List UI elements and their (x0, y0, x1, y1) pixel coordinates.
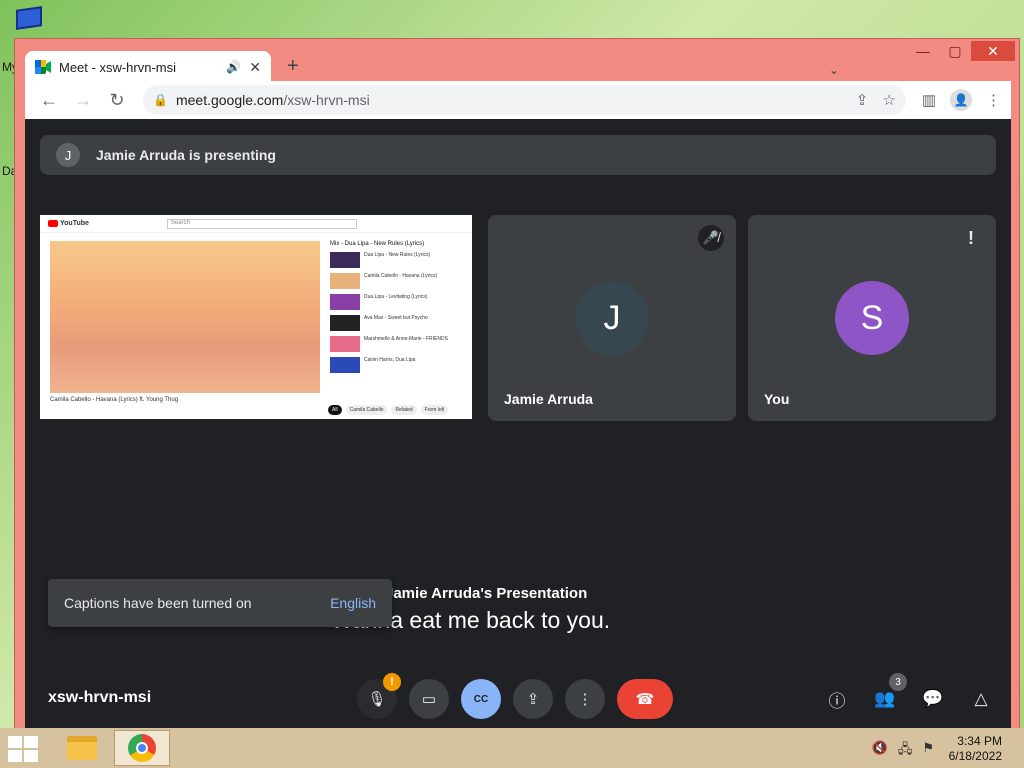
chrome-taskbar-button[interactable] (114, 730, 170, 766)
present-icon: ⇪ (526, 691, 540, 708)
caption-language-button[interactable]: English (330, 595, 376, 611)
leave-call-button[interactable]: ☎ (617, 679, 673, 719)
playlist-item: Dua Lipa - New Rules (Lyrics) (330, 252, 460, 268)
more-vert-icon: ⋮ (577, 691, 593, 708)
microphone-icon: 🎙 (367, 691, 387, 708)
clock[interactable]: 3:34 PM 6/18/2022 (949, 734, 1002, 764)
activities-button[interactable]: △ (969, 687, 993, 711)
windows-start-icon[interactable] (8, 736, 38, 762)
lock-icon[interactable]: 🔒 (153, 93, 168, 107)
reload-icon[interactable]: ↻ (103, 86, 131, 114)
chat-button[interactable]: 💬 (921, 687, 945, 711)
youtube-video-title: Camila Cabello - Havana (Lyrics) ft. You… (50, 397, 179, 403)
youtube-search: Search (166, 218, 357, 229)
more-options-button[interactable]: ⋮ (565, 679, 605, 719)
participant-tile-you[interactable]: ! S You (748, 215, 996, 421)
playlist-header: Mix - Dua Lipa - New Rules (Lyrics) (330, 241, 425, 247)
close-window-button[interactable]: ✕ (971, 41, 1015, 61)
screen-share-tile[interactable]: YouTube Search Camila Cabello - Havana (… (40, 215, 472, 419)
file-explorer-taskbar-button[interactable] (54, 730, 110, 766)
hang-up-icon: ☎ (635, 691, 655, 708)
activities-icon: △ (974, 689, 988, 708)
tab-strip: Meet - xsw-hrvn-msi 🔊 ✕ + ⌄ (25, 49, 959, 83)
people-icon: 👥 (874, 689, 896, 708)
caption-speaker: Jamie Arruda's Presentation (385, 585, 588, 602)
youtube-chips: All Camila Cabello Related From lofi (328, 405, 449, 415)
flag-icon[interactable]: ⚑ (922, 740, 934, 762)
playlist-item: Dua Lipa - Levitating (Lyrics) (330, 294, 460, 310)
captions-toast: Captions have been turned on English (48, 579, 392, 627)
alert-icon[interactable]: ! (958, 225, 984, 251)
tab-title: Meet - xsw-hrvn-msi (59, 59, 177, 75)
side-controls: ⓘ 👥 3 💬 △ (825, 673, 993, 711)
participant-tile-jamie[interactable]: 🎤̸ J Jamie Arruda (488, 215, 736, 421)
presenting-banner: J Jamie Arruda is presenting (40, 135, 996, 175)
new-tab-button[interactable]: + (287, 55, 299, 78)
microphone-button[interactable]: 🎙 ! (357, 673, 401, 719)
presenter-avatar: J (56, 143, 80, 167)
playlist-item: Marshmello & Anne-Marie - FRIENDS (330, 336, 460, 352)
mic-warning-badge: ! (383, 673, 401, 691)
desktop-computer-icon[interactable] (16, 6, 46, 38)
url-domain: meet.google.com (175, 92, 284, 108)
network-icon[interactable]: 🖧 (898, 740, 913, 762)
folder-icon (67, 736, 97, 760)
playlist-item: Camila Cabello - Havana (Lyrics) (330, 273, 460, 289)
url-path: /xsw-hrvn-msi (283, 92, 370, 108)
camera-button[interactable]: ▭ (409, 679, 449, 719)
participant-name: You (764, 391, 790, 407)
playlist-item: Ava Max - Sweet but Psycho (330, 315, 460, 331)
side-panel-icon[interactable]: ▥ (922, 91, 936, 109)
people-count-badge: 3 (889, 673, 907, 691)
system-tray: 🔇 🖧 ⚑ (872, 740, 934, 762)
tab-close-icon[interactable]: ✕ (249, 59, 261, 76)
youtube-header: YouTube Search (40, 215, 472, 233)
tab-meet[interactable]: Meet - xsw-hrvn-msi 🔊 ✕ (25, 51, 271, 83)
info-icon: ⓘ (828, 691, 846, 711)
presenting-text: Jamie Arruda is presenting (96, 147, 276, 163)
browser-toolbar: ← → ↻ 🔒 meet.google.com/xsw-hrvn-msi ⇪ ☆… (25, 81, 1011, 119)
clock-time: 3:34 PM (957, 734, 1002, 748)
chrome-icon (128, 734, 156, 762)
meeting-code: xsw-hrvn-msi (48, 689, 152, 706)
people-button[interactable]: 👥 3 (873, 673, 907, 711)
participant-avatar: S (835, 281, 909, 355)
chat-icon: 💬 (922, 689, 944, 708)
participant-avatar: J (575, 281, 649, 355)
forward-arrow-icon[interactable]: → (69, 86, 97, 114)
participant-name: Jamie Arruda (504, 391, 593, 407)
tab-search-chevron-icon[interactable]: ⌄ (829, 63, 839, 77)
url-text[interactable]: meet.google.com/xsw-hrvn-msi (176, 92, 370, 108)
camera-icon: ▭ (421, 691, 437, 708)
playlist-item: Calvin Harris, Dua Lipa (330, 357, 460, 373)
meeting-details-button[interactable]: ⓘ (825, 687, 849, 711)
clock-date: 6/18/2022 (948, 749, 1002, 763)
youtube-playlist: Mix - Dua Lipa - New Rules (Lyrics) Dua … (330, 241, 460, 373)
meet-favicon-icon (35, 60, 51, 74)
taskbar: 🔇 🖧 ⚑ 3:34 PM 6/18/2022 (0, 728, 1024, 768)
volume-muted-icon[interactable]: 🔇 (872, 740, 888, 762)
bookmark-star-icon[interactable]: ☆ (882, 91, 895, 109)
browser-window: — ▢ ✕ Meet - xsw-hrvn-msi 🔊 ✕ + ⌄ ← → ↻ … (14, 38, 1020, 744)
profile-avatar-icon[interactable]: 👤 (950, 89, 972, 111)
call-controls: 🎙 ! ▭ CC ⇪ ⋮ ☎ (357, 673, 673, 719)
present-screen-button[interactable]: ⇪ (513, 679, 553, 719)
address-bar[interactable]: 🔒 meet.google.com/xsw-hrvn-msi ⇪ ☆ (143, 85, 906, 115)
captions-icon: CC (473, 693, 489, 705)
captions-button[interactable]: CC (461, 679, 501, 719)
share-icon[interactable]: ⇪ (856, 91, 869, 109)
back-arrow-icon[interactable]: ← (35, 86, 63, 114)
toast-message: Captions have been turned on (64, 595, 252, 611)
speaker-icon[interactable]: 🔊 (226, 60, 241, 74)
mic-off-icon: 🎤̸ (698, 225, 724, 251)
browser-menu-icon[interactable]: ⋮ (986, 91, 1001, 109)
meet-call-area: J Jamie Arruda is presenting YouTube Sea… (25, 119, 1011, 731)
youtube-video-frame (50, 241, 320, 393)
youtube-logo: YouTube (48, 220, 89, 227)
